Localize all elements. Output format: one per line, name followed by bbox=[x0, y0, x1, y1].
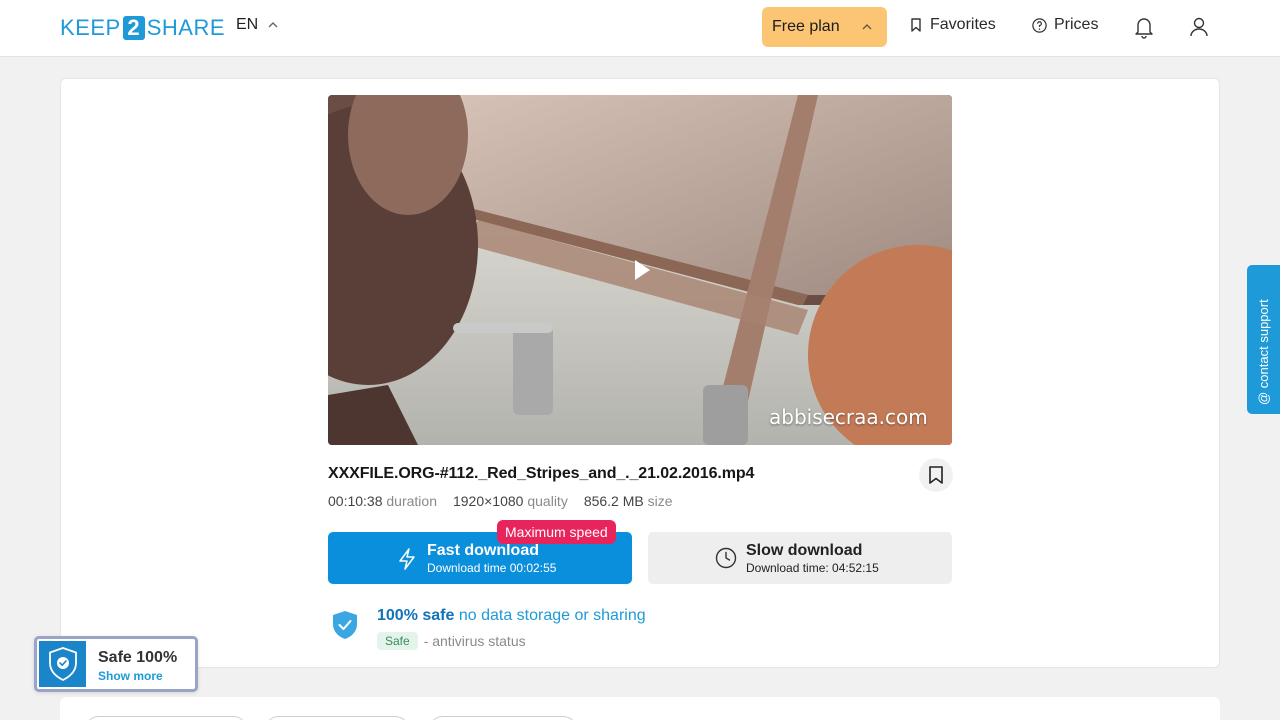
contact-support-label: @ contact support bbox=[1256, 299, 1271, 405]
video-watermark: abbisecraa.com bbox=[769, 405, 928, 429]
prices-label: Prices bbox=[1054, 16, 1099, 33]
contact-support-tab[interactable]: @ contact support bbox=[1247, 265, 1280, 414]
duration-value: 00:10:38 bbox=[328, 493, 383, 509]
prices-link[interactable]: Prices bbox=[1031, 16, 1098, 34]
safety-headline-bold: 100% safe bbox=[377, 607, 455, 624]
free-plan-button[interactable]: Free plan bbox=[762, 7, 887, 47]
tab-chip-3[interactable] bbox=[428, 716, 578, 720]
quality-value: 1920×1080 bbox=[452, 493, 524, 509]
slow-download-button[interactable]: Slow download Download time: 04:52:15 bbox=[648, 532, 952, 584]
safety-headline-rest: no data storage or sharing bbox=[458, 607, 646, 624]
show-more-link[interactable]: Show more bbox=[98, 669, 163, 683]
size-label: size bbox=[647, 493, 673, 509]
slow-download-time: Download time: 04:52:15 bbox=[746, 561, 879, 575]
safe-100-badge[interactable]: Safe 100% Show more bbox=[34, 636, 198, 692]
quality-label: quality bbox=[527, 493, 568, 509]
lightning-icon bbox=[399, 548, 415, 570]
plan-label: Free plan bbox=[772, 18, 840, 35]
top-header: KEEP 2 SHARE EN Free plan Favorites Pric… bbox=[0, 0, 1280, 57]
user-icon[interactable] bbox=[1186, 14, 1212, 40]
language-selector[interactable]: EN bbox=[236, 16, 280, 34]
antivirus-status-text: - antivirus status bbox=[423, 633, 526, 649]
shield-check-icon bbox=[333, 611, 357, 639]
size-value: 856.2 MB bbox=[583, 493, 644, 509]
fast-download-time: Download time 00:02:55 bbox=[427, 561, 557, 575]
language-label: EN bbox=[236, 16, 259, 33]
logo-text-right: SHARE bbox=[146, 15, 225, 40]
duration-info: 00:10:38 duration bbox=[328, 493, 437, 509]
safe-status-pill: Safe bbox=[377, 632, 418, 650]
chevron-up-icon bbox=[268, 22, 278, 28]
keep2share-logo[interactable]: KEEP 2 SHARE bbox=[60, 14, 225, 42]
help-circle-icon bbox=[1032, 17, 1047, 33]
play-icon[interactable] bbox=[633, 259, 651, 281]
shield-check-icon bbox=[48, 647, 77, 681]
chevron-up-icon bbox=[862, 24, 872, 30]
favorites-label: Favorites bbox=[930, 16, 996, 33]
add-to-favorites-button[interactable] bbox=[919, 458, 953, 492]
antivirus-status: Safe - antivirus status bbox=[377, 632, 526, 650]
maximum-speed-badge: Maximum speed bbox=[497, 520, 616, 544]
tab-chip-1[interactable] bbox=[84, 716, 248, 720]
bell-icon[interactable] bbox=[1131, 14, 1157, 40]
bookmark-icon bbox=[911, 18, 921, 32]
badge-shield-panel bbox=[39, 641, 86, 687]
duration-label: duration bbox=[386, 493, 437, 509]
file-meta: 00:10:38 duration 1920×1080 quality 856.… bbox=[328, 493, 673, 509]
logo-number: 2 bbox=[122, 16, 145, 40]
safety-headline: 100% safe no data storage or sharing bbox=[377, 607, 646, 625]
size-info: 856.2 MB size bbox=[584, 493, 673, 509]
quality-info: 1920×1080 quality bbox=[453, 493, 568, 509]
file-title: XXXFILE.ORG-#112._Red_Stripes_and_._21.0… bbox=[328, 465, 755, 482]
tab-chip-2[interactable] bbox=[264, 716, 410, 720]
clock-icon bbox=[715, 547, 737, 569]
logo-text-left: KEEP bbox=[60, 15, 121, 40]
safe-badge-title: Safe 100% bbox=[98, 649, 178, 666]
slow-download-title: Slow download bbox=[746, 542, 863, 559]
favorites-link[interactable]: Favorites bbox=[908, 16, 996, 34]
bookmark-icon bbox=[929, 466, 943, 484]
fast-download-title: Fast download bbox=[427, 542, 539, 559]
